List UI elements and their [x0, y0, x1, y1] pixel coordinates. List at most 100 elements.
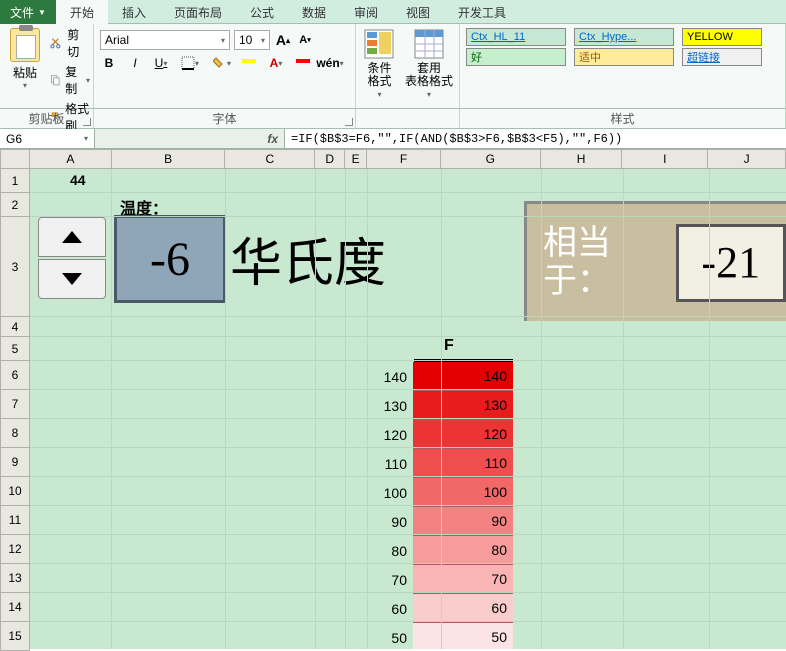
col-header-I[interactable]: I	[622, 149, 708, 169]
underline-button[interactable]: U▾	[152, 54, 170, 72]
bucket-icon	[213, 56, 227, 71]
thermo-row[interactable]: 9090	[417, 507, 513, 536]
thermo-f-value: 60	[413, 594, 513, 623]
style-yellow[interactable]: YELLOW	[682, 28, 762, 46]
spinner-up-button[interactable]	[38, 217, 106, 257]
name-box[interactable]: G6▾	[0, 129, 95, 148]
tab-data[interactable]: 数据	[288, 0, 340, 24]
font-size-select[interactable]: 10▾	[234, 30, 270, 50]
copy-icon	[50, 73, 61, 87]
style-neutral[interactable]: 适中	[574, 48, 674, 66]
tab-formula[interactable]: 公式	[236, 0, 288, 24]
equivalent-panel: 相当于： -21	[524, 201, 786, 321]
font-name-select[interactable]: Arial▾	[100, 30, 230, 50]
style-good[interactable]: 好	[466, 48, 566, 66]
tab-review[interactable]: 审阅	[340, 0, 392, 24]
group-label-styles: 样式	[460, 109, 786, 128]
row-header-3[interactable]: 3	[0, 217, 30, 317]
thermo-row[interactable]: 7070	[417, 565, 513, 594]
equivalent-value-box: -21	[676, 224, 786, 302]
unit-label: 华氏度	[230, 221, 386, 296]
col-header-E[interactable]: E	[345, 149, 367, 169]
cell-a1[interactable]: 44	[70, 172, 86, 188]
increase-font-button[interactable]: A▴	[274, 31, 292, 49]
thermo-f-label: 50	[363, 623, 413, 649]
tab-dev[interactable]: 开发工具	[444, 0, 520, 24]
conditional-format-button[interactable]: 条件格式▾	[362, 28, 397, 99]
row-header-11[interactable]: 11	[0, 506, 30, 535]
col-header-J[interactable]: J	[708, 149, 786, 169]
row-header-7[interactable]: 7	[0, 390, 30, 419]
bold-button[interactable]: B	[100, 54, 118, 72]
decrease-font-button[interactable]: A▾	[296, 31, 314, 49]
thermo-row[interactable]: 130130	[417, 391, 513, 420]
thermo-f-label: 70	[363, 565, 413, 594]
thermo-row[interactable]: 5050	[417, 623, 513, 649]
row-header-10[interactable]: 10	[0, 477, 30, 506]
tab-home[interactable]: 开始	[56, 0, 108, 24]
select-all-corner[interactable]	[0, 149, 30, 169]
row-header-1[interactable]: 1	[0, 169, 30, 193]
tab-file[interactable]: 文件▼	[0, 0, 56, 24]
thermo-f-value: 100	[413, 478, 513, 507]
group-label-clipboard: 剪贴板	[0, 109, 94, 128]
row-header-13[interactable]: 13	[0, 564, 30, 593]
thermo-f-value: 130	[413, 391, 513, 420]
thermo-row[interactable]: 110110	[417, 449, 513, 478]
thermo-row[interactable]: 8080	[417, 536, 513, 565]
formula-input[interactable]: =IF($B$3=F6,"",IF(AND($B$3>F6,$B$3<F5),"…	[285, 129, 786, 148]
col-header-G[interactable]: G	[441, 149, 541, 169]
thermo-f-value: 70	[413, 565, 513, 594]
conditional-format-icon	[363, 28, 395, 60]
tab-view[interactable]: 视图	[392, 0, 444, 24]
table-format-icon	[413, 28, 445, 60]
row-header-4[interactable]: 4	[0, 317, 30, 337]
thermo-f-label: 60	[363, 594, 413, 623]
border-button[interactable]: ▾	[178, 54, 202, 72]
temperature-value-box[interactable]: -6	[114, 215, 226, 303]
thermo-f-value: 80	[413, 536, 513, 565]
col-header-F[interactable]: F	[367, 149, 441, 169]
row-header-15[interactable]: 15	[0, 622, 30, 651]
col-header-H[interactable]: H	[541, 149, 623, 169]
style-ctx-hl[interactable]: Ctx_HL_11	[466, 28, 566, 46]
row-header-2[interactable]: 2	[0, 193, 30, 217]
col-header-B[interactable]: B	[112, 149, 226, 169]
thermo-row[interactable]: 6060	[417, 594, 513, 623]
spinner-down-button[interactable]	[38, 259, 106, 299]
thermo-f-label: 100	[363, 478, 413, 507]
row-header-5[interactable]: 5	[0, 337, 30, 361]
row-header-6[interactable]: 6	[0, 361, 30, 390]
thermo-row[interactable]: 140140	[417, 362, 513, 391]
column-f-header: F	[444, 337, 454, 355]
thermo-row[interactable]: 120120	[417, 420, 513, 449]
row-header-14[interactable]: 14	[0, 593, 30, 622]
thermo-f-value: 120	[413, 420, 513, 449]
formula-bar-buttons: fx	[95, 129, 285, 148]
thermo-row[interactable]: 100100	[417, 478, 513, 507]
tab-insert[interactable]: 插入	[108, 0, 160, 24]
phonetic-button[interactable]: wén▾	[318, 54, 342, 72]
style-ctx-hype[interactable]: Ctx_Hype...	[574, 28, 674, 46]
col-header-D[interactable]: D	[315, 149, 345, 169]
ribbon-tabs: 文件▼ 开始 插入 页面布局 公式 数据 审阅 视图 开发工具	[0, 0, 786, 24]
fill-color-button[interactable]: ▾	[210, 54, 234, 72]
thermo-f-label: 110	[363, 449, 413, 478]
thermo-f-value: 90	[413, 507, 513, 536]
equivalent-label: 相当于：	[527, 225, 676, 300]
italic-button[interactable]: I	[126, 54, 144, 72]
col-header-C[interactable]: C	[225, 149, 315, 169]
copy-button[interactable]: 复制▾	[50, 63, 90, 97]
fx-icon[interactable]: fx	[267, 132, 278, 146]
thermo-f-value: 110	[413, 449, 513, 478]
font-color-button[interactable]: A▾	[264, 54, 288, 72]
col-header-A[interactable]: A	[30, 149, 112, 169]
table-format-button[interactable]: 套用 表格格式▾	[405, 28, 453, 99]
row-header-9[interactable]: 9	[0, 448, 30, 477]
group-label-font: 字体	[94, 109, 356, 128]
style-hyperlink[interactable]: 超链接	[682, 48, 762, 66]
cut-button[interactable]: 剪切	[50, 26, 90, 60]
tab-layout[interactable]: 页面布局	[160, 0, 236, 24]
row-header-8[interactable]: 8	[0, 419, 30, 448]
row-header-12[interactable]: 12	[0, 535, 30, 564]
